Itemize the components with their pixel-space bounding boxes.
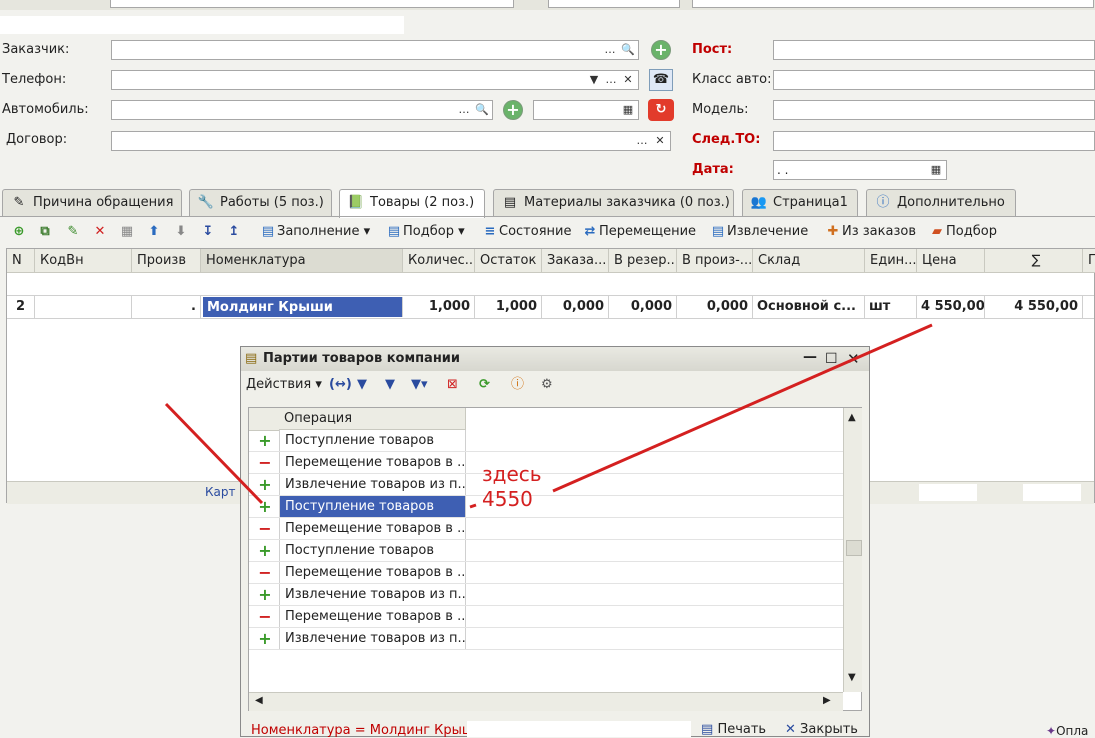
annotation-overlay [164,323,933,509]
annotation-line1: здесь [482,462,542,486]
pay-label: Опла [1056,724,1089,738]
annotation-line2: 4550 [482,487,533,511]
annotation-tick [469,503,477,509]
pay-button[interactable]: ✦Опла [1046,724,1088,738]
annotation-arrow-left [164,402,264,505]
annotation-text: здесь 4550 [482,462,542,512]
pay-icon: ✦ [1046,724,1057,738]
annotation-arrow-right [552,323,933,493]
